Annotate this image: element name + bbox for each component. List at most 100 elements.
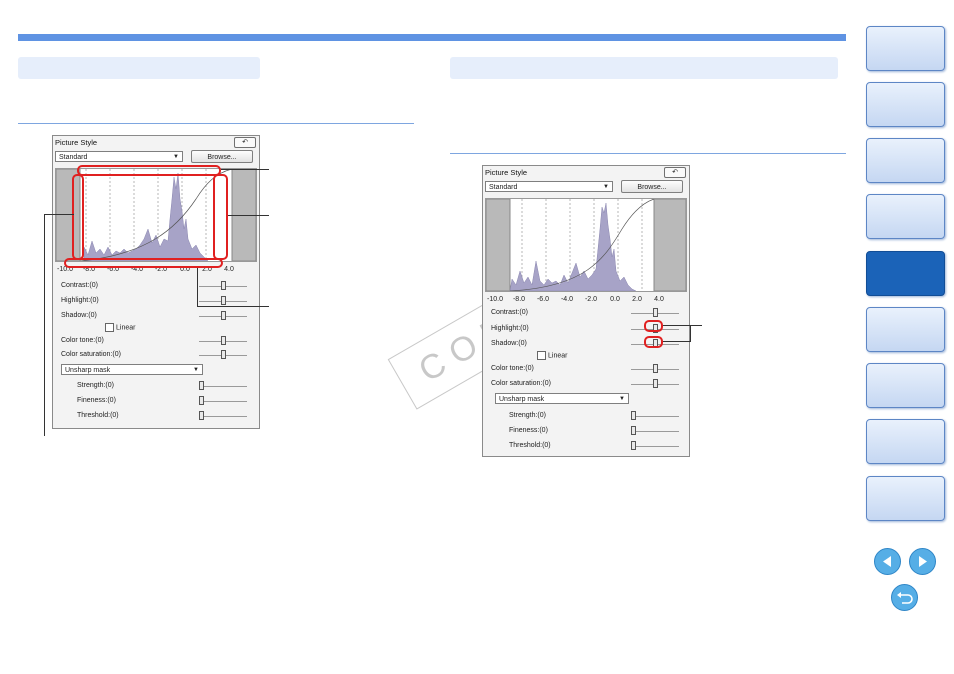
chevron-down-icon: ▼ xyxy=(173,154,179,160)
color-saturation-label: Color saturation:(0) xyxy=(61,351,121,358)
fineness-slider[interactable] xyxy=(631,431,679,432)
color-saturation-slider-thumb[interactable] xyxy=(653,379,658,388)
callout-line xyxy=(663,341,690,342)
fineness-label: Fineness:(0) xyxy=(509,427,548,434)
histogram-graphic xyxy=(485,195,687,292)
fineness-label: Fineness:(0) xyxy=(77,397,116,404)
nav-tab-1[interactable] xyxy=(866,26,945,71)
panel-title: Picture Style xyxy=(485,168,528,177)
axis-tick: -2.0 xyxy=(584,296,598,303)
strength-slider[interactable] xyxy=(199,386,247,387)
picture-style-value: Standard xyxy=(489,184,518,191)
threshold-slider-thumb[interactable] xyxy=(199,411,204,420)
unsharp-mask-value: Unsharp mask xyxy=(499,396,545,403)
section-divider-left xyxy=(18,123,414,124)
linear-checkbox[interactable]: Linear xyxy=(105,323,135,332)
callout-line xyxy=(690,325,691,342)
return-arrow-icon[interactable]: ↶ xyxy=(664,167,686,178)
checkbox-box[interactable] xyxy=(537,351,546,360)
fineness-slider-thumb[interactable] xyxy=(199,396,204,405)
highlight-box-highlight-slider xyxy=(644,320,663,332)
axis-tick: 4.0 xyxy=(224,266,234,273)
shadow-slider-thumb[interactable] xyxy=(221,311,226,320)
linear-label: Linear xyxy=(548,352,568,360)
picture-style-select[interactable]: Standard ▼ xyxy=(485,181,613,192)
chevron-down-icon: ▼ xyxy=(603,184,609,190)
color-saturation-label: Color saturation:(0) xyxy=(491,380,551,387)
fineness-slider-thumb[interactable] xyxy=(631,426,636,435)
color-tone-slider-thumb[interactable] xyxy=(653,364,658,373)
nav-tab-7[interactable] xyxy=(866,363,945,408)
return-button[interactable] xyxy=(891,584,918,611)
callout-line xyxy=(690,325,702,326)
color-tone-label: Color tone:(0) xyxy=(491,365,534,372)
shadow-label: Shadow:(0) xyxy=(61,312,97,319)
nav-tab-5-active[interactable] xyxy=(866,251,945,296)
strength-slider-thumb[interactable] xyxy=(631,411,636,420)
section-header-right xyxy=(450,57,838,79)
color-tone-label: Color tone:(0) xyxy=(61,337,104,344)
contrast-label: Contrast:(0) xyxy=(491,309,528,316)
section-divider-right xyxy=(450,153,846,154)
axis-tick: -4.0 xyxy=(560,296,574,303)
next-page-button[interactable] xyxy=(909,548,936,575)
unsharp-mask-select[interactable]: Unsharp mask ▼ xyxy=(61,364,203,375)
nav-tab-3[interactable] xyxy=(866,138,945,183)
threshold-label: Threshold:(0) xyxy=(77,412,119,419)
highlight-box-top xyxy=(77,165,221,176)
callout-line xyxy=(44,214,45,436)
strength-slider-thumb[interactable] xyxy=(199,381,204,390)
fineness-slider[interactable] xyxy=(199,401,247,402)
color-tone-slider-thumb[interactable] xyxy=(221,336,226,345)
color-saturation-slider-thumb[interactable] xyxy=(221,350,226,359)
callout-line xyxy=(228,215,269,216)
panel-title: Picture Style xyxy=(55,138,98,147)
strength-label: Strength:(0) xyxy=(77,382,114,389)
highlight-box-left xyxy=(72,174,84,260)
nav-tab-4[interactable] xyxy=(866,194,945,239)
highlight-box-right xyxy=(213,174,228,260)
checkbox-box[interactable] xyxy=(105,323,114,332)
unsharp-mask-select[interactable]: Unsharp mask ▼ xyxy=(495,393,629,404)
axis-tick: -8.0 xyxy=(512,296,526,303)
callout-line xyxy=(663,325,690,326)
prev-page-button[interactable] xyxy=(874,548,901,575)
nav-tab-8[interactable] xyxy=(866,419,945,464)
shadow-label: Shadow:(0) xyxy=(491,340,527,347)
threshold-slider[interactable] xyxy=(631,446,679,447)
picture-style-value: Standard xyxy=(59,154,88,161)
axis-tick: -10.0 xyxy=(487,296,503,303)
browse-button[interactable]: Browse... xyxy=(621,180,683,193)
threshold-slider-thumb[interactable] xyxy=(631,441,636,450)
chevron-down-icon: ▼ xyxy=(193,367,199,373)
contrast-slider-thumb[interactable] xyxy=(221,281,226,290)
strength-label: Strength:(0) xyxy=(509,412,546,419)
return-arrow-icon[interactable]: ↶ xyxy=(234,137,256,148)
callout-line xyxy=(221,169,269,170)
highlight-label: Highlight:(0) xyxy=(61,297,99,304)
nav-tab-2[interactable] xyxy=(866,82,945,127)
axis-tick: 2.0 xyxy=(632,296,642,303)
triangle-left-icon xyxy=(883,556,891,567)
triangle-right-icon xyxy=(919,556,927,567)
contrast-label: Contrast:(0) xyxy=(61,282,98,289)
contrast-slider-thumb[interactable] xyxy=(653,308,658,317)
return-icon xyxy=(897,592,913,604)
callout-line xyxy=(197,306,269,307)
nav-tab-6[interactable] xyxy=(866,307,945,352)
header-bar xyxy=(18,34,846,41)
chevron-down-icon: ▼ xyxy=(619,396,625,402)
linear-checkbox[interactable]: Linear xyxy=(537,351,567,360)
highlight-slider-thumb[interactable] xyxy=(221,296,226,305)
nav-tab-9[interactable] xyxy=(866,476,945,521)
browse-button[interactable]: Browse... xyxy=(191,150,253,163)
histogram-tone-curve[interactable] xyxy=(485,195,687,292)
highlight-box-bottom xyxy=(64,258,223,268)
axis-tick: -6.0 xyxy=(536,296,550,303)
histogram-axis: -10.0 -8.0 -6.0 -4.0 -2.0 0.0 2.0 4.0 xyxy=(483,296,689,305)
highlight-box-shadow-slider xyxy=(644,336,663,348)
picture-style-panel-right: Picture Style ↶ Standard ▼ Browse... -10… xyxy=(482,165,690,457)
strength-slider[interactable] xyxy=(631,416,679,417)
threshold-slider[interactable] xyxy=(199,416,247,417)
picture-style-select[interactable]: Standard ▼ xyxy=(55,151,183,162)
